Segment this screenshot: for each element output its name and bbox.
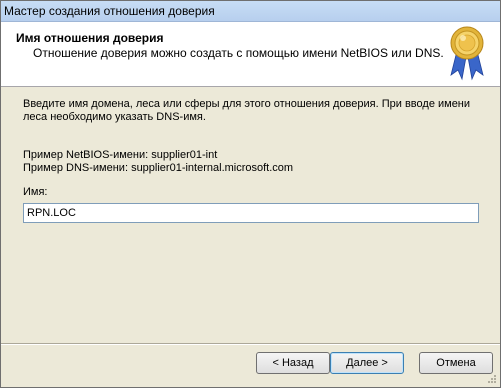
window-title: Мастер создания отношения доверия	[4, 4, 215, 18]
next-button[interactable]: Далее >	[330, 352, 404, 374]
title-bar[interactable]: Мастер создания отношения доверия	[1, 1, 500, 22]
certificate-seal-icon	[450, 26, 484, 81]
resize-grip-icon[interactable]	[487, 374, 497, 384]
wizard-header: Имя отношения доверия Отношение доверия …	[1, 22, 500, 87]
netbios-example-text: Пример NetBIOS-имени: supplier01-int	[23, 149, 218, 161]
trust-name-input[interactable]	[23, 203, 479, 223]
intro-text: Введите имя домена, леса или сферы для э…	[23, 98, 471, 123]
page-subheading: Отношение доверия можно создать с помощь…	[33, 46, 444, 60]
name-label: Имя:	[23, 186, 48, 198]
page-heading: Имя отношения доверия	[16, 31, 164, 45]
dns-example-text: Пример DNS-имени: supplier01-internal.mi…	[23, 162, 294, 174]
back-button[interactable]: < Назад	[256, 352, 330, 374]
cancel-button[interactable]: Отмена	[419, 352, 493, 374]
wizard-window: Мастер создания отношения доверия Имя от…	[0, 0, 501, 388]
